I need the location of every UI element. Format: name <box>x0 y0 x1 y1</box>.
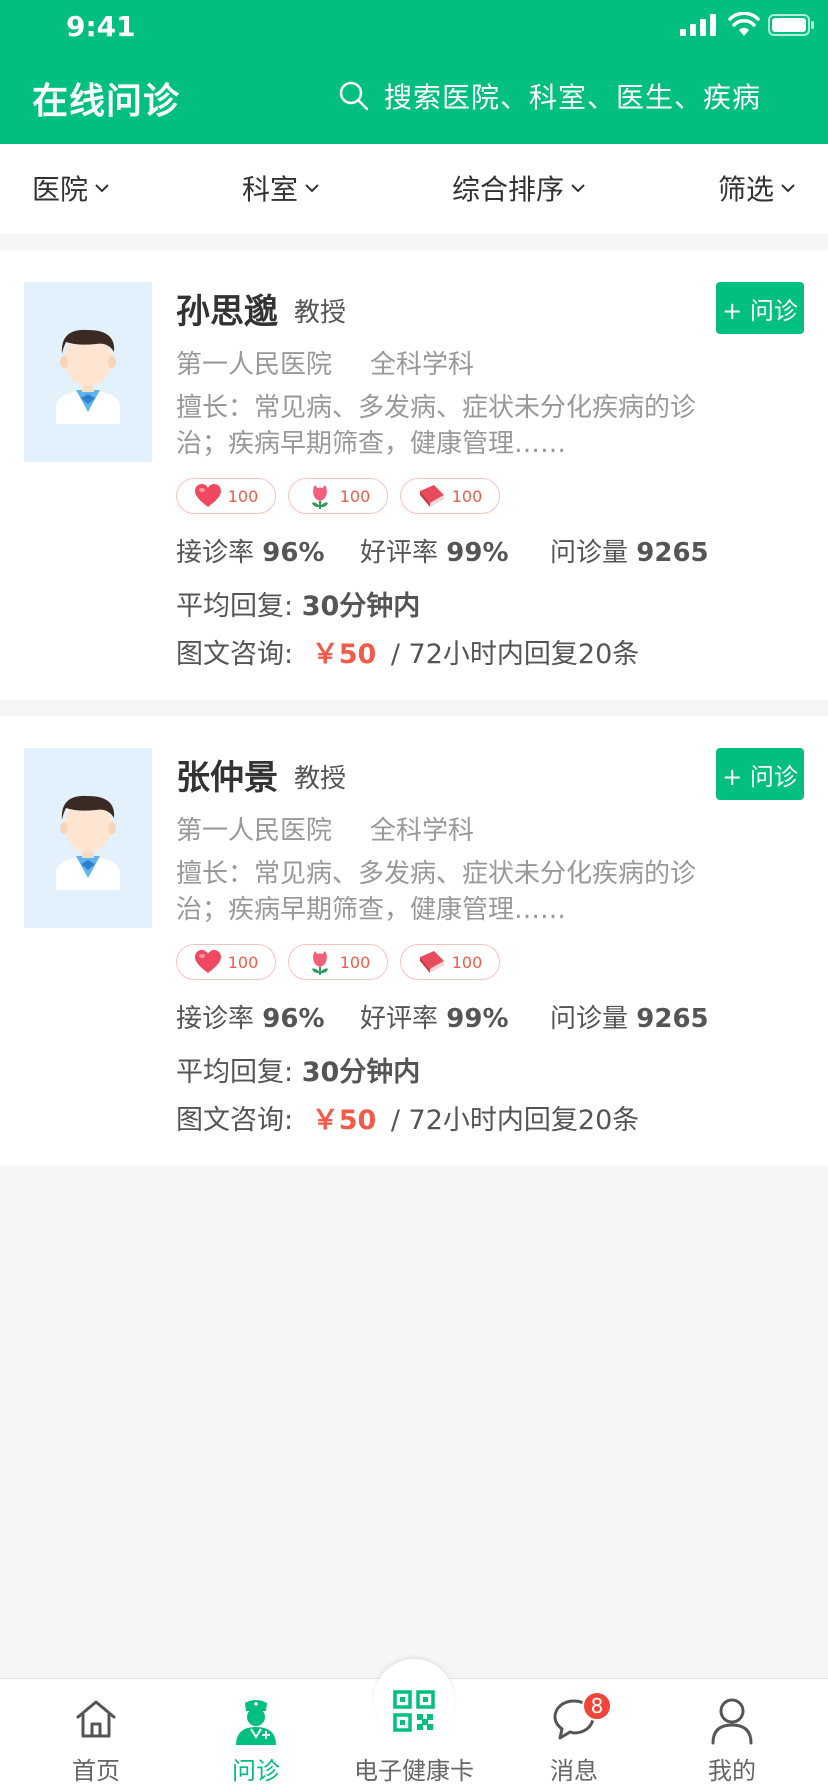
doctor-icon <box>236 1700 276 1745</box>
doctor-name: 张仲景 <box>176 758 278 798</box>
doctor-department: 全科学科 <box>370 816 475 846</box>
badge-count: 100 <box>451 486 483 506</box>
tab-label: 消息 <box>550 1757 598 1785</box>
stat-rating: 好评率 99% <box>360 538 509 568</box>
doctor-department: 全科学科 <box>370 350 475 380</box>
doctor-avatar-icon <box>56 795 120 890</box>
tab-health-card[interactable]: 电子健康卡 <box>344 1679 484 1792</box>
tab-home[interactable]: 首页 <box>26 1679 166 1792</box>
filter-sort[interactable]: 综合排序 <box>452 168 586 208</box>
ask-doctor-button[interactable]: + 问诊 <box>716 282 804 334</box>
doctor-specialty: 擅长：常见病、多发病、症状未分化疾病的诊治；疾病早期筛查，健康管理…… <box>176 859 697 925</box>
doctor-title: 教授 <box>294 298 347 328</box>
chevron-down-icon <box>305 184 319 193</box>
stat-volume: 问诊量 9265 <box>550 1004 709 1034</box>
page-title: 在线问诊 <box>32 81 181 122</box>
doctor-specialty: 擅长：常见病、多发病、症状未分化疾病的诊治；疾病早期筛查，健康管理…… <box>176 393 697 459</box>
status-bar: 9:41 <box>0 0 828 52</box>
filter-label: 综合排序 <box>452 173 565 206</box>
badge-book: 100 <box>400 478 500 514</box>
filter-label: 筛选 <box>718 173 775 206</box>
stat-accept-rate: 接诊率 96% <box>176 1004 325 1034</box>
doctor-hospital: 第一人民医院 <box>176 816 333 846</box>
heart-icon <box>194 950 221 973</box>
price-value: 50 <box>338 1105 377 1136</box>
chevron-down-icon <box>95 184 109 193</box>
ask-doctor-button[interactable]: + 问诊 <box>716 748 804 800</box>
doctor-card[interactable]: 张仲景 教授 + 问诊 第一人民医院 全科学科 擅长：常见病、多发病、症状未分化… <box>0 716 828 1166</box>
tab-label: 我的 <box>708 1757 756 1785</box>
stat-accept-rate: 接诊率 96% <box>176 538 325 568</box>
header: 9:41 在线问诊 搜索医院、科室、医生、疾病 <box>0 0 828 144</box>
doctor-name: 孙思邈 <box>176 292 278 332</box>
filter-label: 科室 <box>242 173 299 206</box>
doctor-title: 教授 <box>294 764 347 794</box>
badge-book: 100 <box>400 944 500 980</box>
badge-count: 100 <box>339 952 371 972</box>
search-bar[interactable]: 搜索医院、科室、医生、疾病 <box>338 74 808 118</box>
stat-volume: 问诊量 9265 <box>550 538 709 568</box>
filter-bar: 医院 科室 综合排序 筛选 <box>0 144 828 234</box>
doctor-card[interactable]: 孙思邈 教授 + 问诊 第一人民医院 全科学科 擅长：常见病、多发病、症状未分化… <box>0 250 828 700</box>
filter-label: 医院 <box>32 173 89 206</box>
chevron-down-icon <box>571 184 585 193</box>
doctor-avatar-icon <box>56 329 120 424</box>
signal-icon <box>680 14 716 36</box>
wifi-icon <box>728 12 760 36</box>
badge-count: 100 <box>227 486 259 506</box>
badge-flower: 100 <box>288 944 388 980</box>
badge-count: 100 <box>227 952 259 972</box>
tab-label: 问诊 <box>232 1757 280 1785</box>
tab-messages[interactable]: 8 消息 <box>504 1679 644 1792</box>
notification-badge: 8 <box>582 1691 612 1721</box>
tab-label: 首页 <box>72 1757 120 1785</box>
book-icon <box>419 485 444 507</box>
flower-icon <box>311 951 328 975</box>
search-icon <box>339 81 369 111</box>
badge-heart: 100 <box>176 944 276 980</box>
consult-price: 图文咨询: ￥50 / 72小时内回复20条 <box>176 639 640 670</box>
badge-count: 100 <box>451 952 483 972</box>
qr-code-icon <box>393 1690 435 1732</box>
doctor-avatar <box>24 282 152 462</box>
price-value: 50 <box>338 639 377 670</box>
book-icon <box>419 951 444 973</box>
average-reply: 平均回复: 30分钟内 <box>176 591 421 622</box>
heart-icon <box>194 484 221 507</box>
consult-detail: / 72小时内回复20条 <box>390 639 640 670</box>
doctor-hospital: 第一人民医院 <box>176 350 333 380</box>
tab-label: 电子健康卡 <box>354 1757 474 1785</box>
filter-screen[interactable]: 筛选 <box>718 168 796 208</box>
profile-icon <box>711 1698 753 1745</box>
tab-consult[interactable]: 问诊 <box>186 1679 326 1792</box>
stat-rating: 好评率 99% <box>360 1004 509 1034</box>
badge-list: 100 100 100 <box>176 944 512 980</box>
tab-bar: 首页 问诊 电子健康卡 8 消息 我的 <box>0 1659 828 1792</box>
badge-count: 100 <box>339 486 371 506</box>
chevron-down-icon <box>781 184 795 193</box>
flower-icon <box>311 485 328 509</box>
badge-list: 100 100 100 <box>176 478 512 514</box>
consult-price: 图文咨询: ￥50 / 72小时内回复20条 <box>176 1105 640 1136</box>
doctor-avatar <box>24 748 152 928</box>
status-time: 9:41 <box>66 10 136 43</box>
consult-detail: / 72小时内回复20条 <box>390 1105 640 1136</box>
home-icon <box>76 1700 116 1738</box>
filter-department[interactable]: 科室 <box>242 168 320 208</box>
price-currency: ￥ <box>311 639 339 670</box>
badge-heart: 100 <box>176 478 276 514</box>
badge-flower: 100 <box>288 478 388 514</box>
filter-hospital[interactable]: 医院 <box>32 168 110 208</box>
tab-profile[interactable]: 我的 <box>662 1679 802 1792</box>
search-placeholder: 搜索医院、科室、医生、疾病 <box>384 81 762 114</box>
average-reply: 平均回复: 30分钟内 <box>176 1057 421 1088</box>
price-currency: ￥ <box>311 1105 339 1136</box>
battery-icon <box>768 14 814 36</box>
